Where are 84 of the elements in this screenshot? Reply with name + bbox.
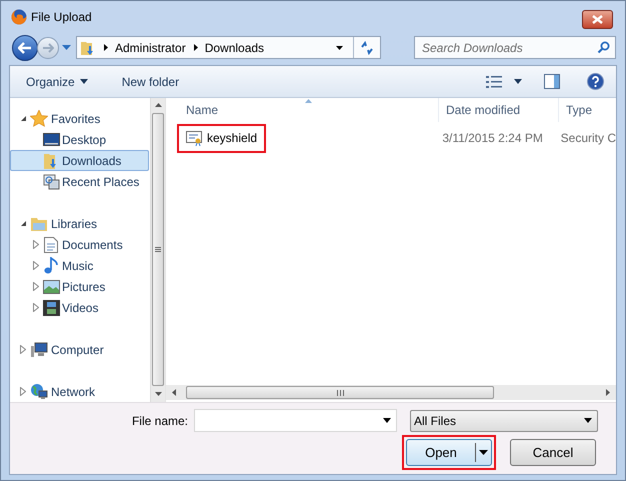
nav-item[interactable]: Recent Places xyxy=(10,171,149,192)
network-globe-icon xyxy=(30,383,48,400)
scroll-left-icon[interactable] xyxy=(172,389,176,396)
file-name-cell[interactable]: keyshield xyxy=(177,124,266,152)
nav-label: Network xyxy=(51,384,96,400)
view-caret-icon[interactable] xyxy=(514,79,522,84)
back-button[interactable] xyxy=(12,34,38,60)
computer-icon xyxy=(30,342,48,358)
close-icon xyxy=(592,14,603,24)
split-button[interactable]: Open xyxy=(406,439,492,466)
horizontal-scrollbar[interactable] xyxy=(166,385,616,400)
nav-item[interactable]: Pictures xyxy=(10,276,149,297)
film-strip-icon xyxy=(42,300,60,316)
library-folder-icon xyxy=(30,216,48,232)
certificate-icon xyxy=(186,130,203,146)
browser-logo-icon xyxy=(11,8,27,24)
collapse-arrow-icon[interactable] xyxy=(20,115,26,122)
desktop-icon xyxy=(42,132,60,146)
caret-icon xyxy=(80,79,88,84)
star-icon xyxy=(30,110,48,127)
grip-icon xyxy=(336,390,344,396)
search-icon xyxy=(597,41,610,54)
nav-item[interactable]: Downloads xyxy=(10,150,149,171)
downloads-folder-icon xyxy=(80,40,96,56)
expand-arrow-icon[interactable] xyxy=(20,345,26,354)
history-caret-icon[interactable] xyxy=(62,44,71,50)
document-icon xyxy=(44,236,58,252)
expand-arrow-icon[interactable] xyxy=(33,303,39,312)
nav-group-item[interactable]: Computer xyxy=(10,339,150,360)
file-name-field[interactable] xyxy=(194,409,397,432)
expand-arrow-icon[interactable] xyxy=(20,387,26,396)
recent-places-icon xyxy=(42,174,60,190)
column-header[interactable]: Name xyxy=(166,98,439,122)
address-dropdown-icon[interactable] xyxy=(336,46,343,50)
nav-label: Favorites xyxy=(51,110,100,128)
view-list-icon[interactable] xyxy=(486,74,502,88)
file-type-dropdown[interactable]: All Files xyxy=(410,410,598,432)
breadcrumb-arrow-icon[interactable] xyxy=(194,44,198,51)
expand-arrow-icon[interactable] xyxy=(33,261,39,270)
dropdown-caret-icon xyxy=(584,418,592,423)
collapse-arrow-icon[interactable] xyxy=(20,220,26,227)
breadcrumb[interactable]: Downloads xyxy=(204,38,264,56)
column-header[interactable]: Date modified xyxy=(439,98,559,122)
pictures-icon xyxy=(42,280,60,294)
nav-item[interactable]: Videos xyxy=(10,297,149,318)
nav-label: Libraries xyxy=(51,216,98,232)
close-button[interactable] xyxy=(582,10,613,28)
breadcrumb-arrow-icon[interactable] xyxy=(104,44,108,51)
column-header[interactable]: Type xyxy=(559,98,616,122)
nav-group-item[interactable]: Network xyxy=(10,381,150,402)
forward-arrow-icon xyxy=(42,42,54,52)
nav-item[interactable]: Documents xyxy=(10,234,149,255)
refresh-icon[interactable] xyxy=(360,40,374,54)
breadcrumb[interactable]: Administrator xyxy=(115,38,186,56)
nav-group-item[interactable]: Libraries xyxy=(10,213,150,234)
organize-menu-button[interactable]: Organize xyxy=(20,70,94,92)
search-placeholder: Search Downloads xyxy=(422,40,524,56)
dropdown-caret-icon xyxy=(383,418,391,423)
scroll-right-icon[interactable] xyxy=(606,389,610,396)
nav-item[interactable]: Music xyxy=(10,255,149,276)
scroll-down-icon[interactable] xyxy=(154,392,162,396)
window-title: File Upload xyxy=(31,8,92,26)
button[interactable]: Cancel xyxy=(510,439,596,466)
music-note-icon xyxy=(44,257,58,274)
nav-item[interactable]: Desktop xyxy=(10,129,149,150)
nav-group-item[interactable]: Favorites xyxy=(10,108,150,129)
type-cell-text: Security C xyxy=(560,130,616,147)
date-cell-text: 3/11/2015 2:24 PM xyxy=(441,130,544,147)
grip-icon xyxy=(155,247,161,252)
nav-label: Computer xyxy=(51,342,104,358)
caret-icon xyxy=(479,450,488,455)
vertical-scrollbar[interactable] xyxy=(150,98,165,402)
toolbar-button[interactable]: New folder xyxy=(116,70,186,92)
back-arrow-icon xyxy=(18,42,32,54)
search-field[interactable]: Search Downloads xyxy=(414,36,616,59)
scroll-up-icon[interactable] xyxy=(154,103,162,107)
address-bar[interactable]: Administrator Downloads xyxy=(76,36,381,59)
file-name-label: File name: xyxy=(130,412,189,430)
preview-pane-icon[interactable] xyxy=(544,74,560,89)
scroll-thumb[interactable] xyxy=(186,386,494,399)
scroll-thumb[interactable] xyxy=(152,113,164,386)
expand-arrow-icon[interactable] xyxy=(33,240,39,249)
help-icon[interactable] xyxy=(587,73,604,90)
expand-arrow-icon[interactable] xyxy=(33,282,39,291)
